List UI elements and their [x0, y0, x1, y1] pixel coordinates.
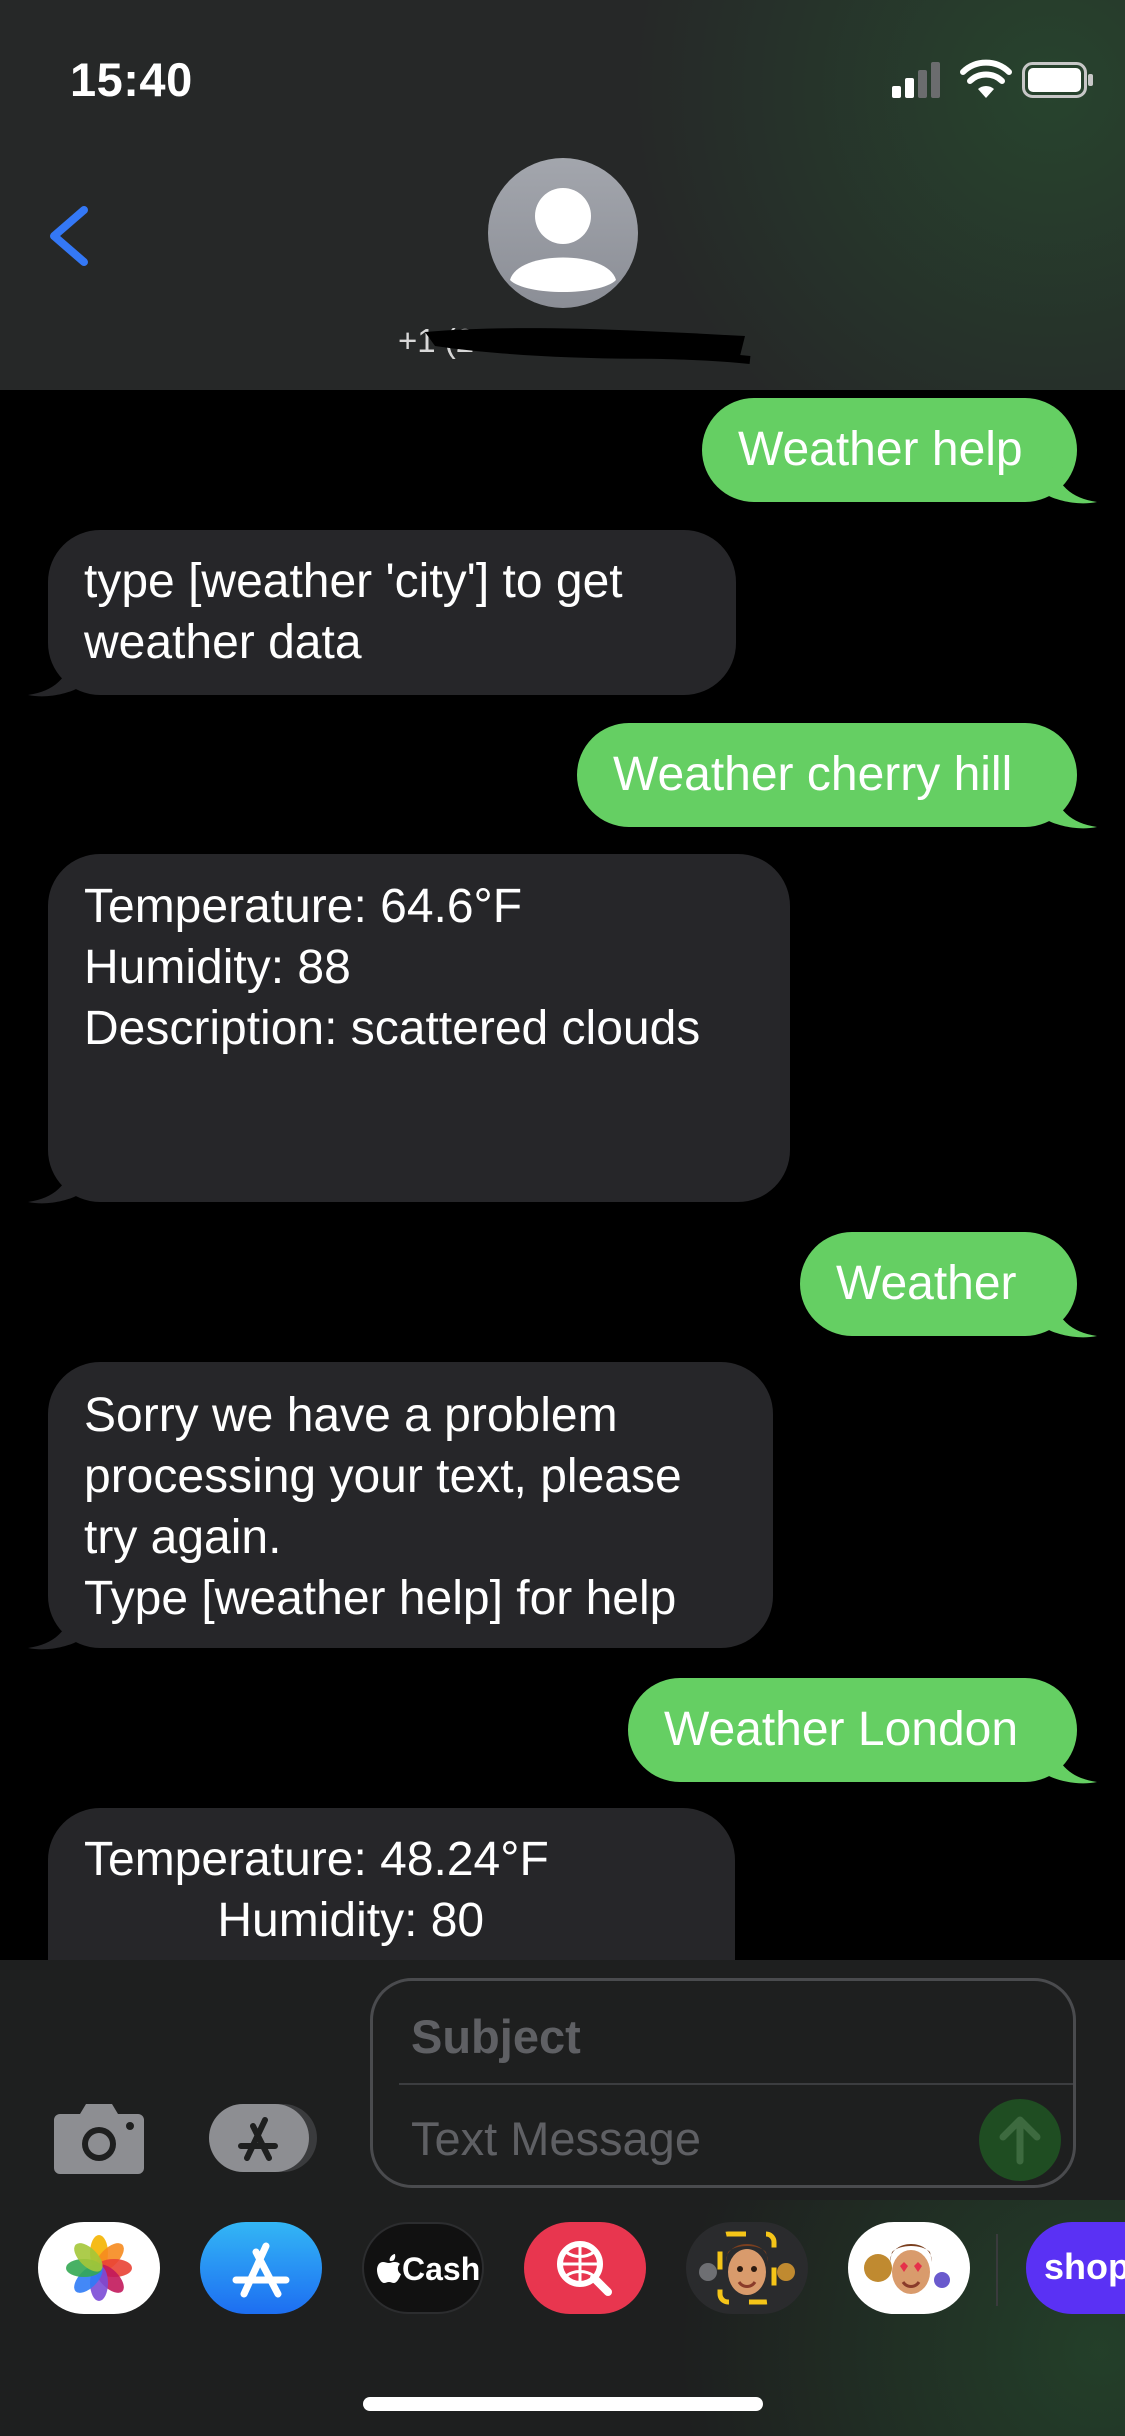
message-text: processing your text, please [84, 1450, 682, 1503]
received-message-bubble[interactable]: Sorry we have a problem processing your … [28, 1362, 773, 1650]
heart-eyes-memoji-icon [864, 2244, 950, 2294]
image-search-app-button[interactable] [524, 2222, 646, 2314]
sent-message-bubble[interactable]: Weather London [628, 1678, 1097, 1784]
globe-search-icon [557, 2241, 612, 2296]
text-message-input[interactable]: Text Message [411, 2111, 701, 2166]
camera-button[interactable] [52, 2100, 146, 2176]
received-message-bubble[interactable]: type [weather 'city'] to get weather dat… [28, 530, 736, 697]
memoji-stickers-app-button[interactable] [848, 2222, 970, 2314]
received-message-bubble[interactable]: Temperature: 64.6°F Humidity: 88 Descrip… [28, 854, 790, 1204]
received-message-bubble[interactable]: Temperature: 48.24°F Humidity: 80 [48, 1808, 735, 1960]
app-store-app-button[interactable] [200, 2222, 322, 2314]
message-list[interactable]: Weather help type [weather 'city'] to ge… [0, 390, 1125, 1960]
message-text: Weather London [664, 1703, 1019, 1756]
back-button[interactable] [40, 196, 100, 276]
message-text: Humidity: 88 [84, 941, 351, 994]
app-store-icon [209, 2104, 317, 2172]
cash-label: Cash [402, 2251, 481, 2287]
sent-message-bubble[interactable]: Weather [800, 1232, 1097, 1338]
chevron-left-icon [50, 206, 88, 266]
photos-app-button[interactable] [38, 2222, 160, 2314]
message-text: Weather cherry hill [613, 748, 1013, 801]
status-time: 15:40 [70, 53, 193, 106]
compose-bar: Subject Text Message [0, 1960, 1125, 2200]
home-indicator[interactable] [363, 2397, 763, 2411]
send-button[interactable] [979, 2099, 1061, 2181]
compose-divider [399, 2083, 1073, 2085]
memoji-app-button[interactable] [686, 2222, 808, 2314]
shop-label: shop [1044, 2246, 1125, 2287]
message-text: Type [weather help] for help [84, 1572, 677, 1625]
message-text: Sorry we have a problem [84, 1389, 618, 1442]
memoji-face-icon [699, 2231, 795, 2305]
message-text: Temperature: 48.24°F [84, 1833, 549, 1886]
bubble-tail [28, 649, 76, 697]
camera-icon [54, 2104, 144, 2174]
message-text: Weather [836, 1257, 1017, 1310]
message-text: weather data [84, 616, 362, 669]
shop-app-button[interactable]: shop [1026, 2222, 1125, 2314]
message-text: Temperature: 64.6°F [84, 880, 523, 933]
message-text: Weather help [738, 423, 1023, 476]
bubble-tail [1049, 1736, 1097, 1784]
redaction-scribble [425, 328, 751, 364]
conversation-header: 15:40 +1 (2 [0, 0, 1125, 390]
sent-message-bubble[interactable]: Weather help [702, 398, 1097, 504]
battery-icon [1022, 62, 1093, 98]
contact-avatar[interactable] [488, 158, 638, 308]
app-store-button[interactable] [207, 2100, 319, 2176]
message-text: Humidity: 80 [84, 1894, 485, 1947]
bubble-tail [1049, 456, 1097, 504]
wifi-icon [960, 59, 1012, 98]
message-text: type [weather 'city'] to get [84, 555, 623, 608]
bubble-tail [1049, 1290, 1097, 1338]
bubble-tail [28, 1156, 76, 1204]
bubble-tail [28, 1602, 76, 1650]
arrow-up-icon [999, 2116, 1041, 2165]
cellular-signal-icon [892, 62, 940, 98]
bubble-tail [1049, 781, 1097, 829]
message-text: Description: scattered clouds [84, 1002, 701, 1055]
person-silhouette-icon [510, 188, 616, 292]
apple-logo-icon [377, 2254, 401, 2283]
message-compose-field[interactable]: Subject Text Message [370, 1978, 1076, 2188]
drawer-separator [996, 2234, 998, 2306]
app-store-a-icon [232, 2242, 290, 2298]
subject-input[interactable]: Subject [411, 2009, 581, 2064]
photos-flower-icon [66, 2235, 132, 2301]
message-text: try again. [84, 1511, 282, 1564]
cash-app-button[interactable]: Cash [362, 2222, 484, 2314]
sent-message-bubble[interactable]: Weather cherry hill [577, 723, 1097, 829]
